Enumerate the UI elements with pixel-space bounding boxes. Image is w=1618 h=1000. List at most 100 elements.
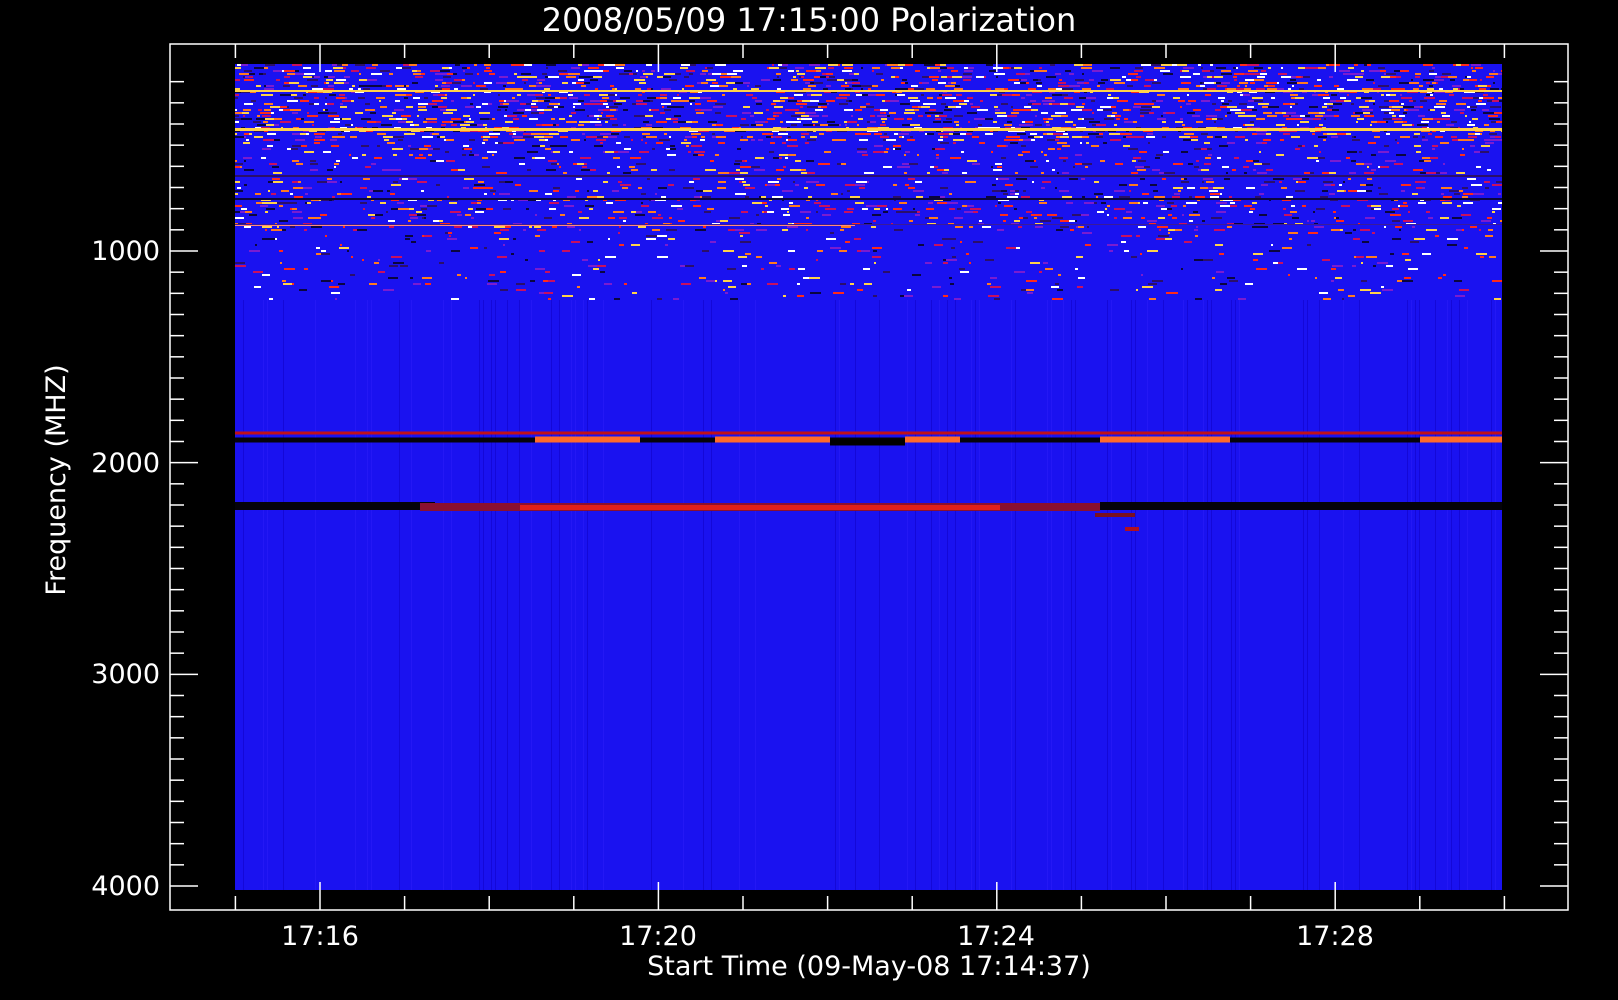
noise-segment — [692, 121, 698, 123]
noise-segment — [781, 208, 789, 210]
noise-segment — [376, 97, 385, 99]
noise-segment — [1085, 166, 1088, 168]
noise-segment — [1454, 193, 1460, 195]
noise-segment — [962, 76, 972, 78]
noise-segment — [427, 205, 437, 207]
noise-segment — [1149, 112, 1154, 114]
noise-segment — [1468, 133, 1475, 135]
noise-segment — [1014, 271, 1025, 273]
noise-segment — [1156, 154, 1163, 156]
noise-segment — [504, 115, 507, 117]
noise-segment — [867, 181, 869, 183]
noise-segment — [696, 190, 703, 192]
noise-segment — [1047, 139, 1055, 141]
noise-segment — [673, 97, 681, 99]
noise-segment — [303, 67, 311, 69]
noise-segment — [949, 277, 952, 279]
noise-segment — [243, 115, 245, 117]
noise-segment — [742, 160, 745, 162]
noise-segment — [1449, 94, 1454, 96]
streak — [839, 300, 840, 890]
noise-segment — [497, 109, 501, 111]
noise-segment — [771, 136, 773, 138]
noise-segment — [1385, 211, 1395, 213]
noise-segment — [1365, 100, 1369, 102]
noise-segment — [545, 139, 548, 141]
noise-segment — [1333, 211, 1336, 213]
noise-segment — [1205, 94, 1211, 96]
noise-segment — [1019, 139, 1023, 141]
noise-segment — [337, 64, 342, 66]
noise-segment — [534, 133, 539, 135]
noise-segment — [1322, 172, 1329, 174]
noise-segment — [349, 88, 353, 90]
noise-segment — [928, 202, 933, 204]
noise-segment — [657, 256, 668, 258]
noise-segment — [532, 100, 538, 102]
noise-segment — [914, 109, 919, 111]
noise-segment — [616, 100, 626, 102]
noise-segment — [737, 148, 741, 150]
noise-segment — [818, 103, 827, 105]
noise-segment — [1422, 253, 1431, 255]
noise-segment — [1267, 115, 1277, 117]
noise-segment — [926, 208, 934, 210]
noise-segment — [1043, 70, 1047, 72]
noise-segment — [1230, 205, 1237, 207]
noise-segment — [1403, 202, 1407, 204]
noise-segment — [1023, 139, 1031, 141]
noise-segment — [883, 271, 890, 273]
noise-segment — [868, 88, 871, 90]
noise-segment — [1476, 103, 1486, 105]
noise-segment — [1426, 229, 1437, 231]
noise-segment — [1245, 139, 1248, 141]
noise-segment — [1255, 64, 1259, 66]
noise-segment — [915, 70, 920, 72]
noise-segment — [273, 70, 282, 72]
noise-segment — [956, 106, 961, 108]
noise-segment — [723, 280, 732, 282]
noise-segment — [484, 187, 493, 189]
noise-segment — [997, 229, 1004, 231]
noise-segment — [527, 151, 538, 153]
noise-segment — [694, 196, 700, 198]
noise-segment — [330, 121, 340, 123]
noise-segment — [1291, 136, 1300, 138]
noise-segment — [952, 76, 962, 78]
noise-segment — [1187, 112, 1195, 114]
bright-band — [235, 90, 1502, 92]
noise-segment — [439, 262, 444, 264]
noise-segment — [1433, 118, 1444, 120]
noise-segment — [780, 97, 788, 99]
noise-segment — [365, 109, 375, 111]
noise-segment — [839, 250, 847, 252]
noise-segment — [703, 190, 712, 192]
noise-segment — [563, 172, 567, 174]
noise-segment — [444, 73, 447, 75]
noise-segment — [1183, 67, 1194, 69]
noise-segment — [847, 121, 857, 123]
noise-segment — [409, 214, 417, 216]
noise-segment — [1264, 181, 1275, 183]
noise-segment — [545, 97, 555, 99]
noise-segment — [686, 145, 689, 147]
noise-segment — [1257, 133, 1266, 135]
noise-segment — [842, 70, 852, 72]
noise-segment — [473, 187, 484, 189]
noise-segment — [305, 202, 307, 204]
noise-segment — [1291, 97, 1295, 99]
noise-segment — [1075, 163, 1082, 165]
noise-segment — [1245, 85, 1247, 87]
noise-segment — [568, 94, 573, 96]
noise-segment — [1462, 196, 1468, 198]
noise-segment — [439, 220, 443, 222]
noise-segment — [1366, 184, 1373, 186]
noise-segment — [1195, 235, 1198, 237]
noise-segment — [770, 142, 775, 144]
noise-segment — [1183, 205, 1186, 207]
noise-segment — [244, 103, 253, 105]
noise-segment — [1394, 70, 1400, 72]
noise-segment — [772, 196, 783, 198]
noise-segment — [328, 115, 339, 117]
noise-segment — [738, 256, 747, 258]
